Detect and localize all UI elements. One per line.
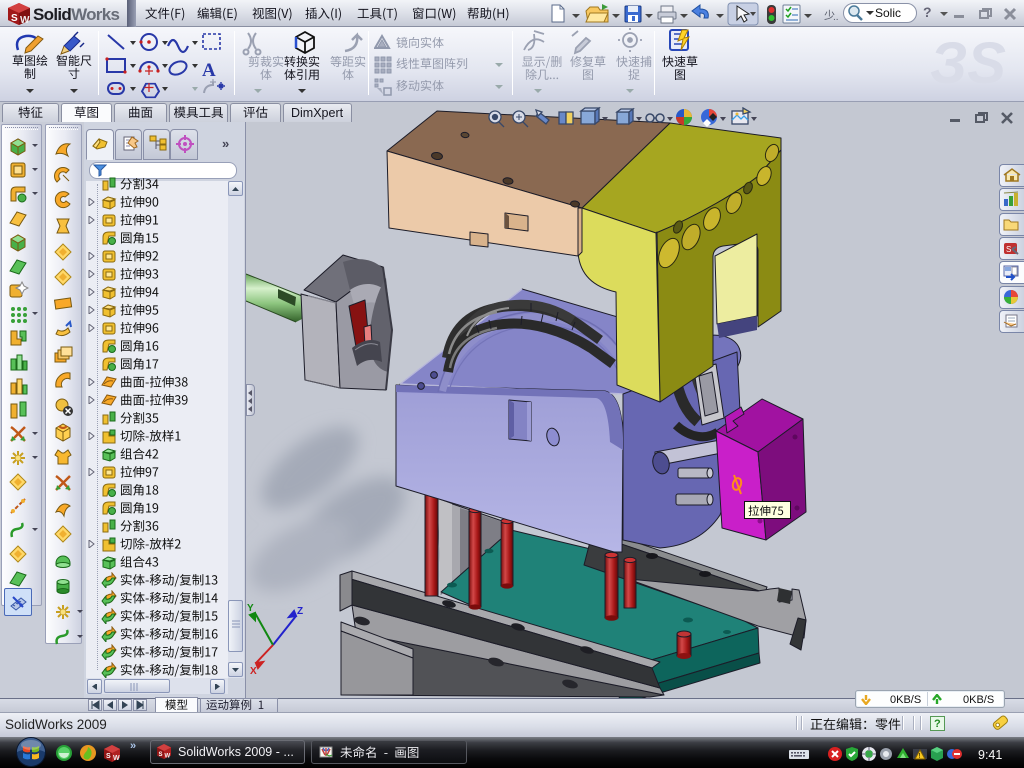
svg-text:X: X xyxy=(250,666,257,677)
svg-text:Z: Z xyxy=(297,606,303,617)
svg-text:S: S xyxy=(1006,245,1011,254)
svg-text:W: W xyxy=(165,754,171,760)
svg-text:S: S xyxy=(159,752,163,758)
svg-text:W: W xyxy=(113,755,120,762)
svg-text:S: S xyxy=(106,753,111,760)
svg-text:Y: Y xyxy=(247,603,254,614)
svg-text:!: ! xyxy=(919,753,921,760)
